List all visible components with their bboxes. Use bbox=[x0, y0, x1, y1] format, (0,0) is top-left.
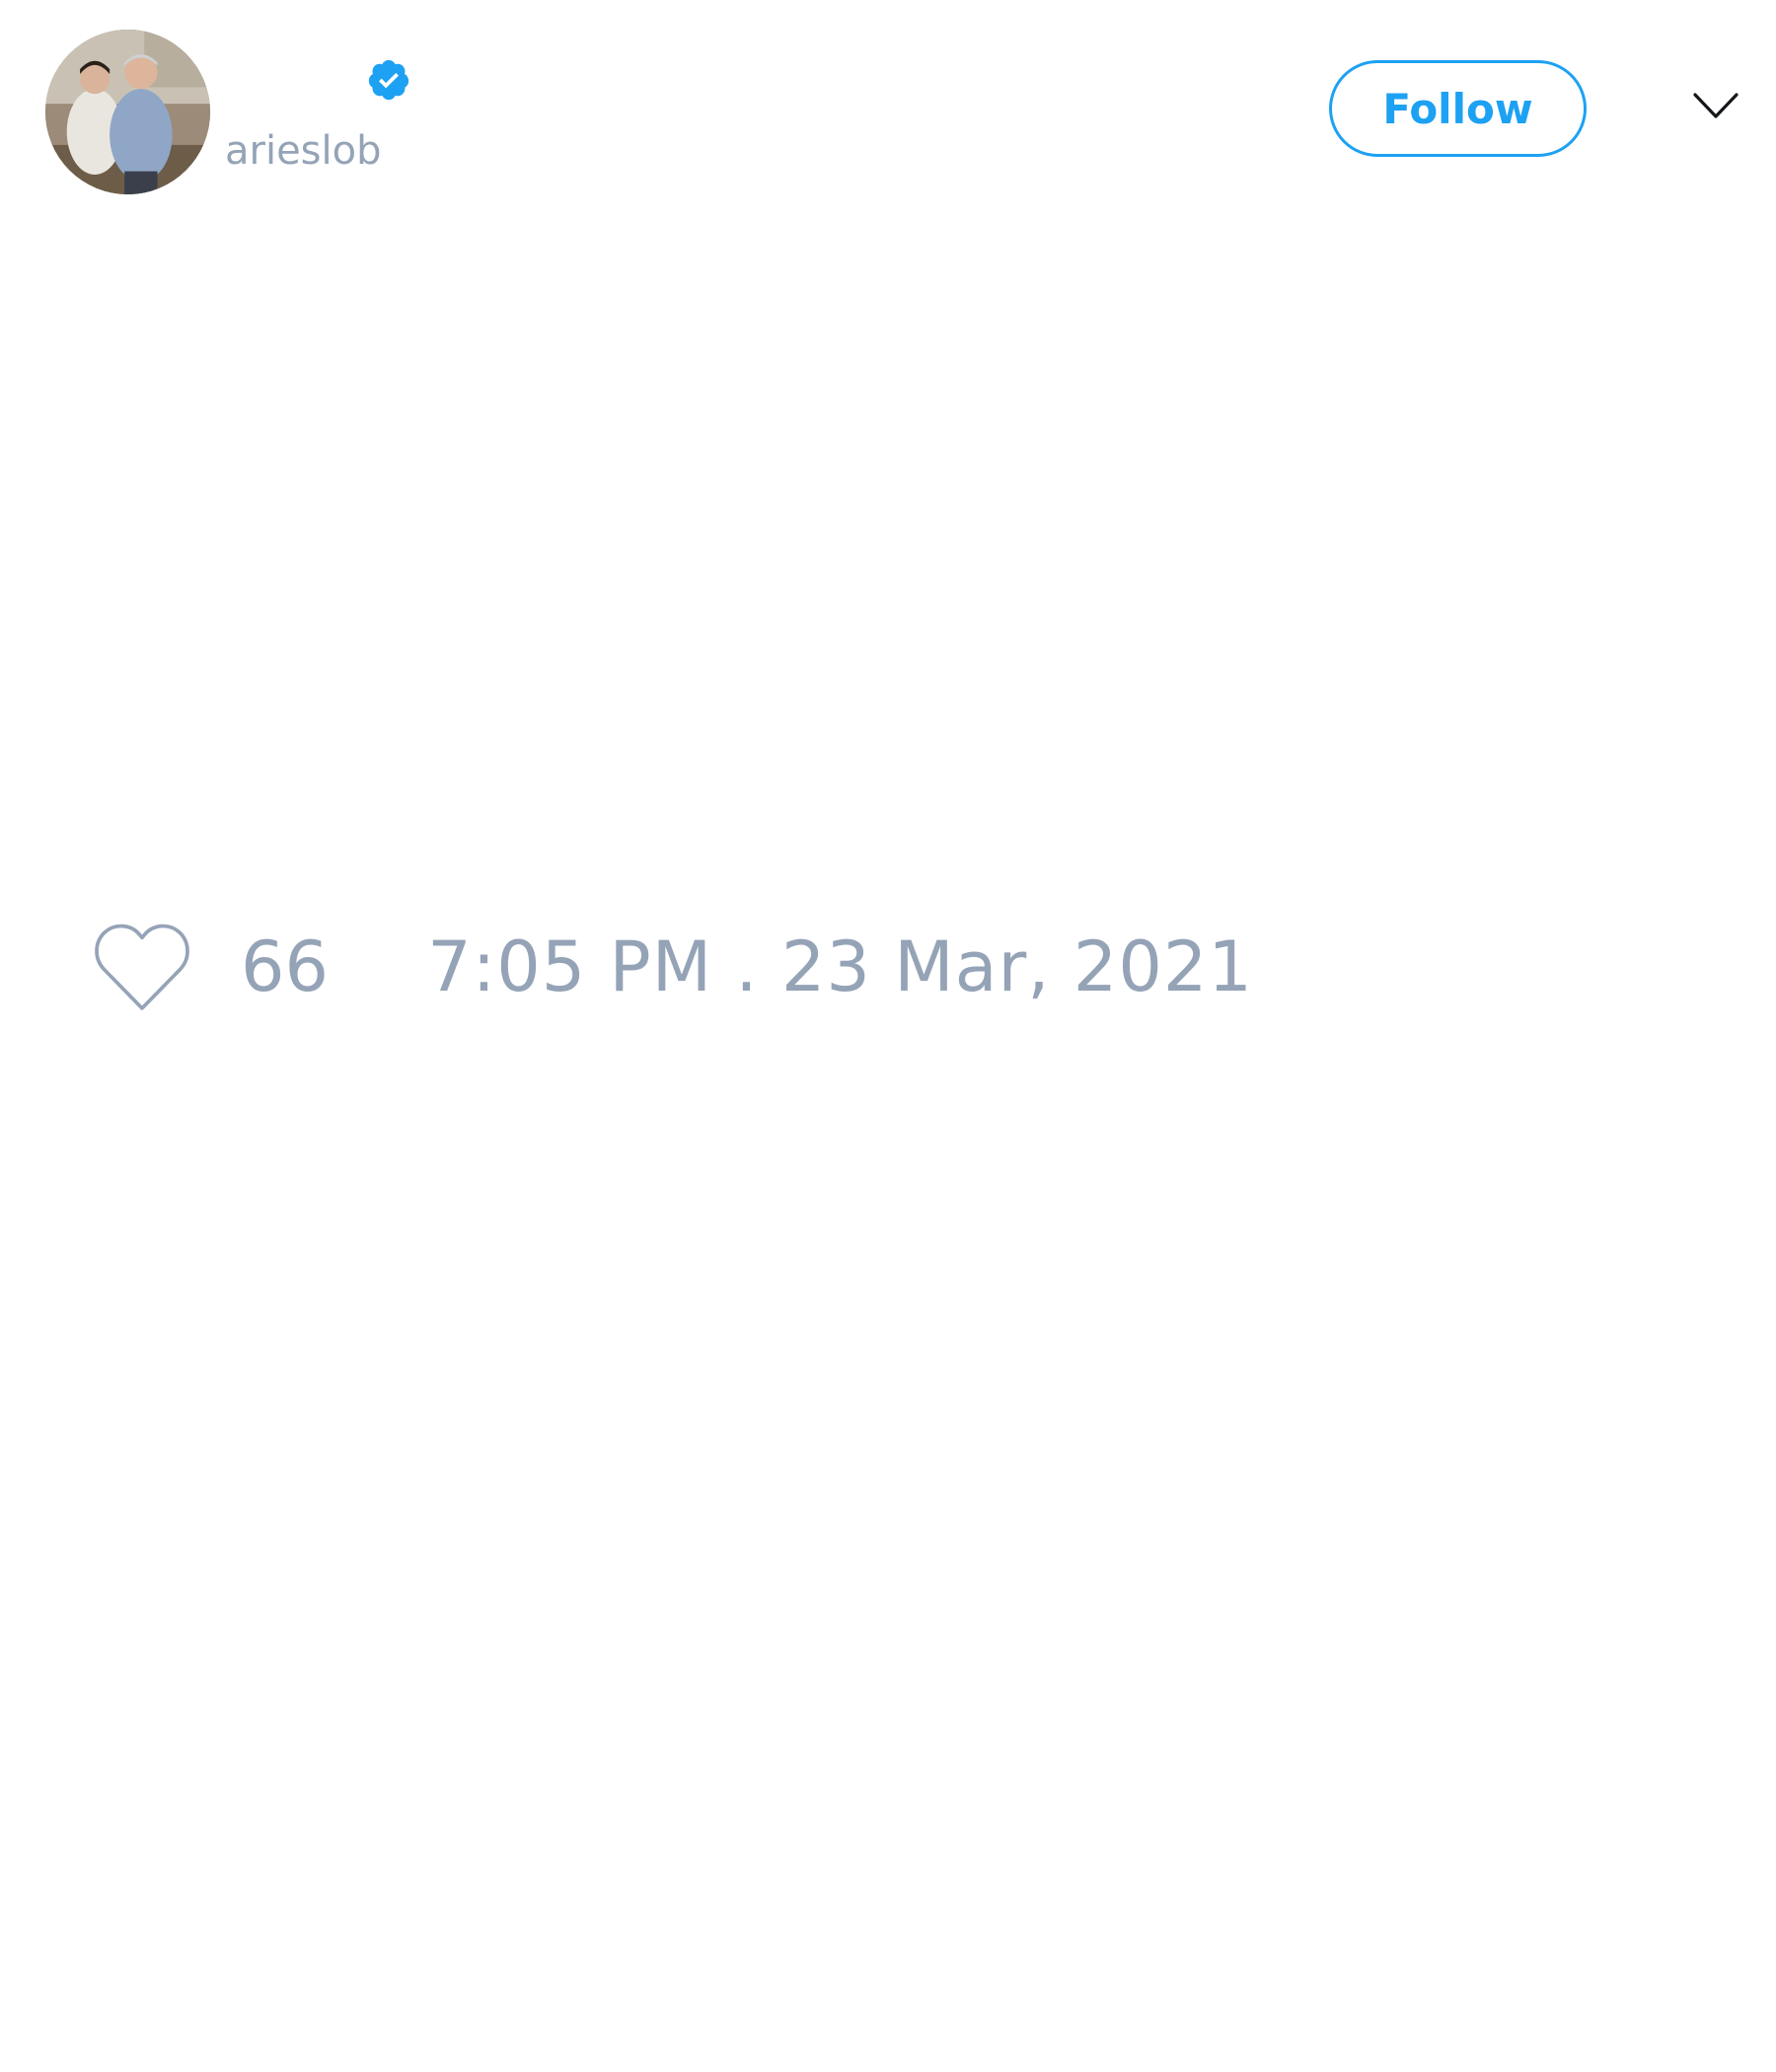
user-handle[interactable]: arieslob bbox=[225, 124, 382, 178]
avatar[interactable] bbox=[45, 30, 210, 194]
verified-badge-icon bbox=[368, 59, 409, 101]
tweet-timestamp[interactable]: 7:05 PM . 23 Mar, 2021 bbox=[427, 918, 1253, 1016]
avatar-photo bbox=[45, 30, 210, 194]
chevron-down-icon[interactable] bbox=[1692, 91, 1739, 120]
tweet-actions: 66 7:05 PM . 23 Mar, 2021 bbox=[89, 918, 1253, 1016]
like-count: 66 bbox=[241, 926, 330, 1007]
tweet-card: arieslob Follow 66 7:05 PM . 23 Mar, 202… bbox=[0, 0, 1776, 2072]
follow-button[interactable]: Follow bbox=[1329, 60, 1587, 157]
heart-outline-icon[interactable] bbox=[89, 920, 195, 1014]
